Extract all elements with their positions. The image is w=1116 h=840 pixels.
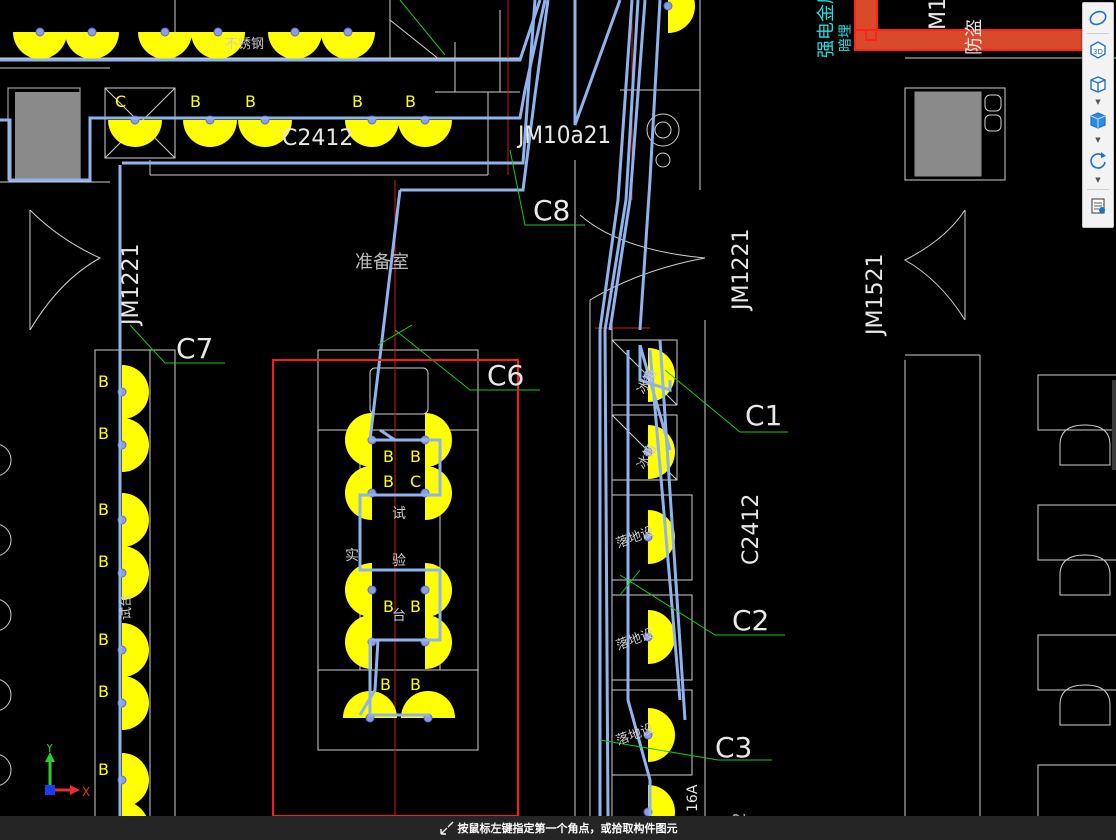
cube-view-icon <box>1090 76 1106 93</box>
light-type-letter: B <box>410 597 421 616</box>
window-label-c2412-right: C2412 <box>739 494 764 565</box>
ucs-axis-indicator: Y X <box>45 744 90 799</box>
properties-icon <box>1091 198 1105 214</box>
room-name-label: 准备室 <box>355 252 409 273</box>
rotate-dropdown[interactable]: ▼ <box>1094 177 1102 184</box>
leader-lines <box>129 0 788 761</box>
door-label-jm10a21: JM10a21 <box>516 121 611 149</box>
solid-cube-dropdown[interactable]: ▼ <box>1094 137 1102 144</box>
light-type-letter: B <box>410 447 421 466</box>
light-type-letter: B <box>410 675 421 694</box>
door-label-jm1221-right: JM1221 <box>729 229 754 312</box>
label-stainless: 不锈钢 <box>225 37 264 52</box>
y-axis-label: Y <box>45 744 54 755</box>
label-center-1: 试 <box>392 506 406 522</box>
command-prompt-bar: 按鼠标左键指定第一个角点，或拾取构件图元 <box>0 816 1116 840</box>
label-16a: 16A <box>685 784 701 812</box>
label-center-3: 台 <box>392 608 406 624</box>
rotate-button[interactable] <box>1086 149 1110 171</box>
label-center-4: 实 <box>345 548 359 564</box>
door-label-jm1521: JM1521 <box>863 254 888 337</box>
light-type-letter: B <box>405 92 416 111</box>
light-type-letter: C <box>115 92 126 111</box>
light-node <box>663 1 673 11</box>
equipment-block <box>15 92 80 180</box>
command-prompt-text: 按鼠标左键指定第一个角点，或拾取构件图元 <box>457 822 678 835</box>
svg-text:3D: 3D <box>1093 48 1103 56</box>
light-node <box>87 27 97 37</box>
orbit-button[interactable] <box>1086 7 1110 29</box>
light-type-letter: B <box>98 424 109 443</box>
light-type-letter: C <box>410 472 421 491</box>
light-node <box>367 585 377 595</box>
label-top-far-2: 防盗 <box>964 19 985 55</box>
label-cyan-2: 暗埋 <box>838 24 854 52</box>
light-node <box>343 27 353 37</box>
light-type-letter: B <box>245 92 256 111</box>
leader-tag-c6: C6 <box>487 359 524 392</box>
light-node <box>213 27 223 37</box>
leader-tag-c7: C7 <box>176 332 213 365</box>
light-type-letter: B <box>190 92 201 111</box>
rotate-icon <box>1090 152 1106 169</box>
label-center-2: 验 <box>392 553 406 569</box>
light-type-letter: B <box>380 675 391 694</box>
scroll-handle[interactable] <box>1112 380 1116 470</box>
light-type-letter: B <box>383 472 394 491</box>
door-label-m12: M12 <box>926 0 951 30</box>
light-type-letter: B <box>98 372 109 391</box>
origin-box <box>45 785 55 795</box>
leader-tag-c3: C3 <box>715 731 752 764</box>
label-cyan-1: 强电金属 <box>816 0 837 58</box>
corner-pick-icon <box>439 820 455 836</box>
cad-canvas[interactable]: C B B B BBBBBBBBB BB BB CB B 准备室 JM10a21… <box>0 0 1116 840</box>
light-node <box>35 27 45 37</box>
light-node <box>290 27 300 37</box>
light-type-letter: B <box>98 552 109 571</box>
light-type-letter: B <box>352 92 363 111</box>
light-type-letter: B <box>98 682 109 701</box>
x-arrow-icon <box>70 785 80 795</box>
x-axis-label: X <box>82 785 90 799</box>
light-type-letter: B <box>98 630 109 649</box>
light-type-letter: B <box>98 500 109 519</box>
light-node <box>420 585 430 595</box>
light-node <box>160 27 170 37</box>
3d-view-icon: 3D <box>1090 41 1106 59</box>
solid-cube-icon <box>1090 112 1106 129</box>
cube-view-button[interactable] <box>1086 73 1110 95</box>
solid-cube-button[interactable] <box>1086 109 1110 131</box>
leader-tag-c8: C8 <box>533 194 570 227</box>
view-toolbar: 3D ▼ ▼ ▼ <box>1082 2 1114 228</box>
label-rail: 试台 <box>119 594 134 620</box>
door-label-jm1221-left: JM1221 <box>119 244 144 327</box>
orbit-icon <box>1089 10 1107 26</box>
leader-tag-c1: C1 <box>745 399 782 432</box>
properties-button[interactable] <box>1086 195 1110 217</box>
light-type-letter: B <box>383 447 394 466</box>
cube-view-dropdown[interactable]: ▼ <box>1094 99 1102 106</box>
leader-tag-c2: C2 <box>732 604 769 637</box>
3d-view-button[interactable]: 3D <box>1086 39 1110 61</box>
window-label-c2412-top: C2412 <box>282 126 353 151</box>
